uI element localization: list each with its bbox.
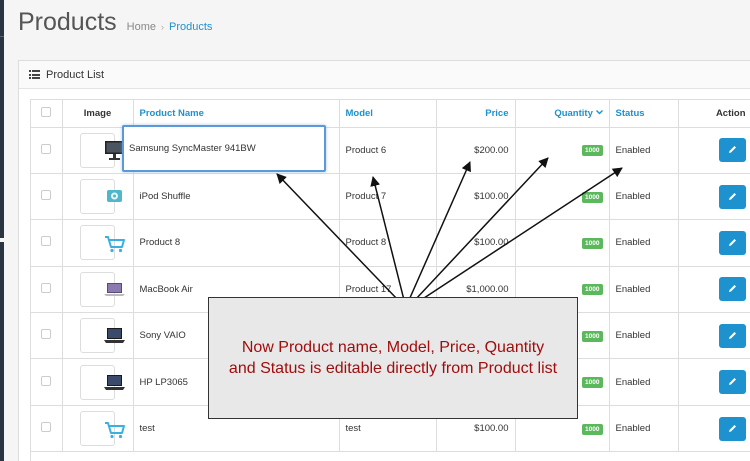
- callout-line-2: and Status is editable directly from Pro…: [228, 360, 558, 377]
- callout-line-1: Now Product name, Model, Price, Quantity: [241, 339, 545, 356]
- arrow-to-model: [370, 176, 405, 301]
- arrow-to-product-name: [276, 173, 399, 301]
- annotation-callout: Now Product name, Model, Price, Quantity…: [208, 297, 578, 419]
- arrow-to-status: [420, 167, 623, 301]
- arrow-to-price: [408, 161, 471, 301]
- callout-text: Now Product name, Model, Price, Quantity…: [229, 337, 557, 379]
